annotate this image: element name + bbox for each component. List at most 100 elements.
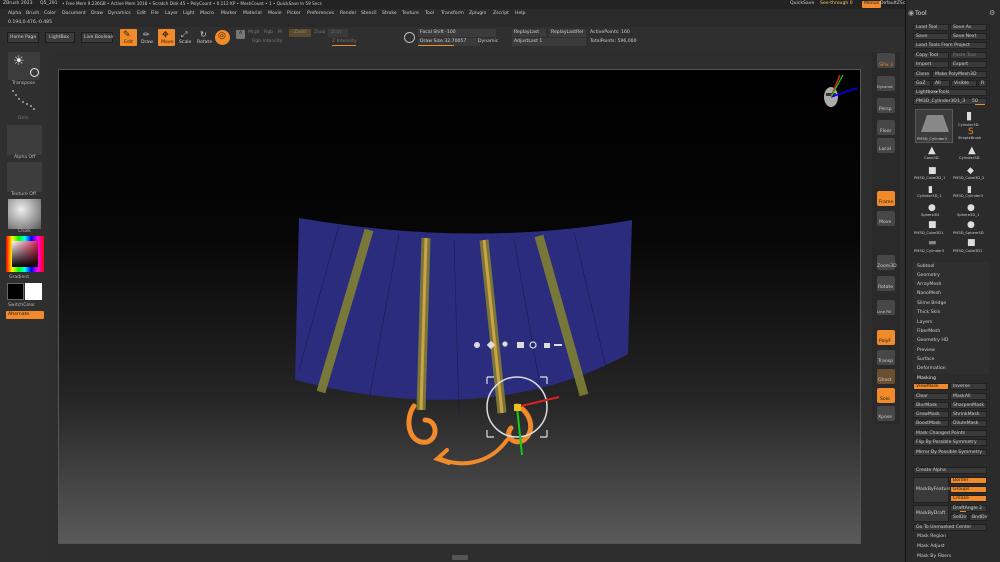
zoom3d-button[interactable]: Zoom3D bbox=[877, 255, 897, 270]
go-to-unmasked-center-button[interactable]: Go To Unmasked Center bbox=[913, 524, 987, 531]
mask-changed-points-button[interactable]: Mask Changed Points bbox=[913, 430, 987, 437]
m-button[interactable]: M bbox=[278, 30, 282, 36]
alternate-button[interactable]: Alternate bbox=[6, 311, 44, 319]
solo-button[interactable]: Solo bbox=[877, 388, 895, 403]
subpalette-preview[interactable]: Preview bbox=[917, 348, 935, 354]
viewmask-button[interactable]: ViewMask bbox=[913, 383, 949, 390]
secondary-color-swatch[interactable] bbox=[25, 283, 42, 300]
home-page-button[interactable]: Home Page bbox=[7, 32, 39, 43]
subpalette-nanomesh[interactable]: NanoMesh bbox=[917, 291, 941, 297]
menu-document[interactable]: Document bbox=[62, 11, 86, 17]
lightbox-button[interactable]: LightBox bbox=[45, 32, 75, 43]
tool-thumbnail-cube3d1[interactable]: ■ PM3D_Cube3D1 bbox=[914, 220, 951, 240]
menu-render[interactable]: Render bbox=[340, 11, 356, 17]
color-picker[interactable] bbox=[6, 236, 44, 272]
subpalette-layers[interactable]: Layers bbox=[917, 320, 932, 326]
tool-thumbnail-pm3d-cylinder[interactable]: ▮ PM3D_Cylinder3 bbox=[953, 185, 990, 205]
groups-toggle[interactable]: Groups bbox=[950, 486, 987, 493]
draw-mode-button[interactable]: ✏ Draw bbox=[140, 29, 154, 46]
menu-movie[interactable]: Movie bbox=[268, 11, 282, 17]
rotate-view-button[interactable]: Rotate bbox=[877, 276, 895, 291]
replay-last-button[interactable]: ReplayLast bbox=[512, 29, 546, 37]
load-tools-from-project-button[interactable]: Load Tools From Project bbox=[913, 42, 987, 49]
load-tool-button[interactable]: Load Tool bbox=[913, 24, 949, 31]
main-color-swatch[interactable] bbox=[7, 283, 24, 300]
linefill-button[interactable]: Line Fill bbox=[877, 300, 895, 315]
replay-last-rel-button[interactable]: ReplayLastRel bbox=[549, 29, 586, 37]
menu-brush[interactable]: Brush bbox=[26, 11, 39, 17]
gizmo-x-axis[interactable] bbox=[516, 396, 560, 408]
frame-button[interactable]: Frame bbox=[877, 191, 895, 206]
save-as-button[interactable]: Save As bbox=[950, 24, 987, 31]
rotate-mode-button[interactable]: ↻ Rotate bbox=[196, 29, 212, 46]
tool-thumbnail-cube-2[interactable]: ◆ PM3D_Cube3D_2 bbox=[953, 166, 990, 186]
live-boolean-button[interactable]: Live Boolean bbox=[81, 32, 113, 43]
make-polymesh-button[interactable]: Make PolyMesh3D bbox=[932, 71, 987, 78]
mrgb-button[interactable]: Mrgb bbox=[248, 30, 260, 36]
subpalette-deformation[interactable]: Deformation bbox=[917, 366, 946, 372]
floor-button[interactable]: Floor bbox=[877, 120, 895, 135]
menu-zscript[interactable]: Zscript bbox=[493, 11, 509, 17]
bottom-tray-handle[interactable] bbox=[452, 555, 468, 560]
edit-mode-button[interactable]: ✎ Edit bbox=[120, 29, 137, 46]
blur-mask-button[interactable]: BlurMask bbox=[913, 402, 949, 409]
tool-thumbnail-cylinder3d-2[interactable]: ▲ Cylinder3D bbox=[955, 145, 990, 165]
goz-visible-button[interactable]: Visible bbox=[951, 80, 977, 87]
border-toggle[interactable]: Border bbox=[950, 477, 987, 484]
mask-by-feature-button[interactable]: MaskByFeature bbox=[913, 477, 951, 503]
menu-preferences[interactable]: Preferences bbox=[307, 11, 334, 17]
switch-color-button[interactable]: SwitchColor bbox=[8, 303, 35, 309]
tool-thumbnail-active[interactable]: PM3D_Cylinder3 bbox=[915, 109, 953, 143]
menu-transform[interactable]: Transform bbox=[441, 11, 464, 17]
goz-all-button[interactable]: All bbox=[932, 80, 950, 87]
menu-help[interactable]: Help bbox=[515, 11, 525, 17]
gizmo-y-axis[interactable] bbox=[516, 406, 523, 456]
menu-picker[interactable]: Picker bbox=[287, 11, 301, 17]
texture-thumbnail[interactable] bbox=[7, 162, 42, 192]
copy-tool-button[interactable]: Copy Tool bbox=[913, 52, 949, 59]
xpose-button[interactable]: Xpose bbox=[877, 406, 895, 421]
goz-button[interactable]: GoZ bbox=[913, 80, 931, 87]
subpalette-arraymesh[interactable]: ArrayMesh bbox=[917, 282, 941, 288]
see-through-slider[interactable]: See-through 0 bbox=[820, 1, 853, 7]
menu-layer[interactable]: Layer bbox=[165, 11, 178, 17]
shrink-mask-button[interactable]: ShrinkMask bbox=[950, 411, 987, 418]
focal-shift-slider[interactable]: Focal Shift -100 bbox=[418, 29, 496, 37]
flip-by-possible-symmetry-button[interactable]: Flip By Possible Symmetry bbox=[913, 439, 987, 446]
dilute-mask-button[interactable]: DiluteMask bbox=[950, 420, 987, 427]
tool-thumbnail-pm3d-sphere[interactable]: ● PM3D_Sphere3D bbox=[953, 220, 990, 240]
brush-thumbnail[interactable]: ☀ bbox=[8, 52, 40, 80]
clone-button[interactable]: Clone bbox=[913, 71, 931, 78]
mirror-by-possible-symmetry-button[interactable]: Mirror By Possible Symmetry bbox=[913, 449, 987, 456]
export-button[interactable]: Export bbox=[950, 61, 987, 68]
menu-file[interactable]: File bbox=[151, 11, 159, 17]
import-button[interactable]: Import bbox=[913, 61, 949, 68]
persp-button[interactable]: Persp bbox=[877, 98, 895, 113]
stroke-thumbnail[interactable] bbox=[8, 88, 40, 116]
menu-edit[interactable]: Edit bbox=[137, 11, 146, 17]
subpalette-thick-skin[interactable]: Thick Skin bbox=[917, 310, 940, 316]
menu-material[interactable]: Material bbox=[243, 11, 262, 17]
subpalette-fibermesh[interactable]: FiberMesh bbox=[917, 329, 940, 335]
move-view-button[interactable]: Move bbox=[877, 211, 895, 226]
subpalette-surface[interactable]: Surface bbox=[917, 357, 935, 363]
subpalette-masking[interactable]: Masking bbox=[917, 376, 936, 382]
scale-mode-button[interactable]: ⤢ Scale bbox=[178, 29, 192, 46]
tool-thumbnail-cube-1[interactable]: ■ PM3D_Cube3D_1 bbox=[914, 166, 951, 186]
color-picker-square[interactable] bbox=[12, 241, 38, 267]
menu-stencil[interactable]: Stencil bbox=[361, 11, 377, 17]
rgb-button[interactable]: Rgb bbox=[264, 30, 273, 36]
sharpen-mask-button[interactable]: SharpenMask bbox=[950, 402, 987, 409]
grow-mask-button[interactable]: GrowMask bbox=[913, 411, 949, 418]
subpalette-geometry-hd[interactable]: Geometry HD bbox=[917, 338, 948, 344]
zadd-button[interactable]: Zadd bbox=[289, 29, 311, 37]
rgb-intensity-slider[interactable]: Rgb Intensity bbox=[252, 39, 282, 45]
save-button[interactable]: Save bbox=[913, 33, 949, 40]
polyf-button[interactable]: PolyF bbox=[877, 330, 895, 345]
draft-angle-slider[interactable]: DraftAngle 2 bbox=[950, 505, 987, 512]
subpalette-subtool[interactable]: Subtool bbox=[917, 264, 934, 270]
tool-thumbnail-cylinder3d[interactable]: ▮ Cylinder3D S SimpleBrush bbox=[958, 109, 987, 143]
goz-r-button[interactable]: R bbox=[978, 80, 987, 87]
current-tool-slider[interactable]: PM3D_Cylinder3D1_3 50 bbox=[913, 98, 987, 105]
mask-by-fibers-subpalette[interactable]: Mask By Fibers bbox=[917, 554, 951, 560]
